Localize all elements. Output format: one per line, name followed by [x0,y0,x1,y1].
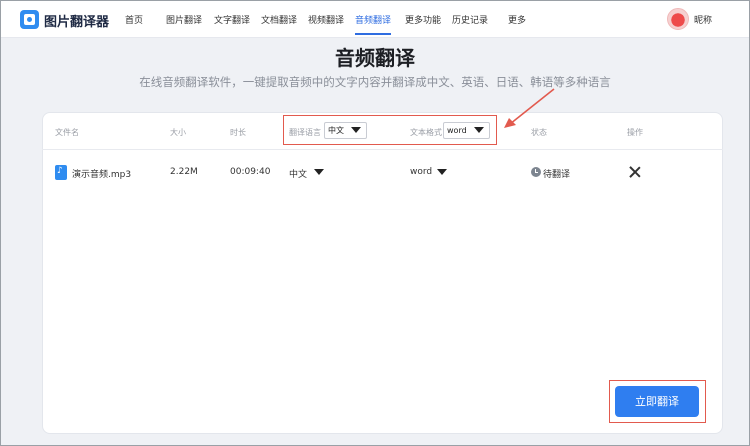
col-action: 操作 [627,128,643,137]
audio-file-icon [55,165,67,180]
row-format-select[interactable]: word [410,167,448,177]
chevron-down-icon [474,127,484,133]
row-format-value: word [410,167,433,177]
user-avatar[interactable] [667,8,689,30]
row-lang-value: 中文 [289,170,308,180]
row-file-name: 演示音频.mp3 [72,170,132,180]
global-lang-select[interactable]: 中文 [324,122,367,139]
global-format-value: word [447,126,467,135]
clock-icon [531,167,541,177]
nav-more[interactable]: 更多 [508,13,526,26]
global-lang-value: 中文 [328,126,344,135]
nav-history[interactable]: 历史记录 [452,13,488,26]
global-format-select[interactable]: word [443,122,490,139]
translate-now-button[interactable]: 立即翻译 [615,386,699,417]
brand-name[interactable]: 图片翻译器 [44,11,109,30]
nav-image-translate[interactable]: 图片翻译 [166,13,202,26]
nav-text-translate[interactable]: 文字翻译 [214,13,250,26]
chevron-down-icon [314,169,324,175]
chevron-down-icon [351,127,361,133]
app-logo-icon[interactable] [20,10,39,29]
col-status: 状态 [531,128,547,137]
chevron-down-icon [437,169,447,175]
nav-active-underline [355,33,391,35]
nav-doc-translate[interactable]: 文档翻译 [261,13,297,26]
row-duration: 00:09:40 [230,167,271,177]
col-size: 大小 [170,128,186,137]
page-subtitle: 在线音频翻译软件，一键提取音频中的文字内容并翻译成中文、英语、日语、韩语等多种语… [139,75,611,89]
close-icon[interactable] [629,166,641,178]
nav-audio-translate[interactable]: 音频翻译 [355,13,391,26]
row-lang-select[interactable]: 中文 [289,167,325,180]
user-nickname[interactable]: 昵称 [694,13,712,26]
col-text-format: 文本格式 [410,128,442,137]
table-header-divider [42,149,723,150]
nav-more-features[interactable]: 更多功能 [405,13,441,26]
col-file-name: 文件名 [55,128,79,137]
row-status: 待翻译 [543,170,571,180]
col-translate-lang: 翻译语言 [289,128,321,137]
col-duration: 时长 [230,128,246,137]
nav-video-translate[interactable]: 视频翻译 [308,13,344,26]
page-title: 音频翻译 [335,46,415,70]
row-size: 2.22M [170,167,198,177]
nav-home[interactable]: 首页 [125,13,143,26]
